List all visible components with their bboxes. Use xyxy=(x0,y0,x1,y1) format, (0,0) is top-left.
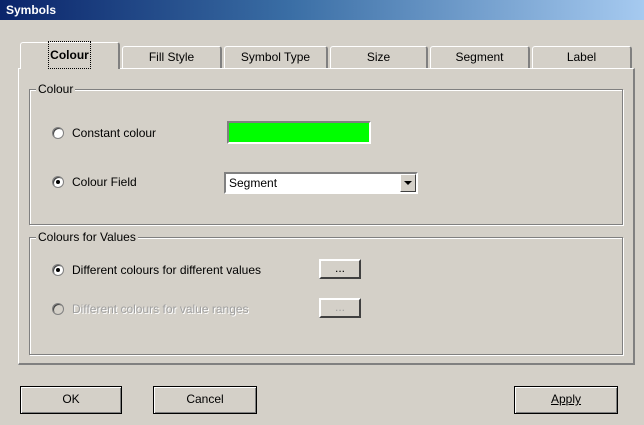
colour-field-select[interactable]: Segment xyxy=(224,172,418,194)
title-bar[interactable]: Symbols xyxy=(0,0,644,20)
different-values-radio[interactable] xyxy=(52,264,64,276)
tab-label[interactable]: Label xyxy=(532,46,632,68)
constant-colour-label: Constant colour xyxy=(72,126,157,140)
colour-field-option[interactable]: Colour Field xyxy=(52,175,137,189)
different-values-option[interactable]: Different colours for different values xyxy=(52,263,261,277)
value-ranges-radio[interactable] xyxy=(52,303,64,315)
colour-swatch[interactable] xyxy=(227,121,371,144)
cancel-button[interactable]: Cancel xyxy=(153,386,257,414)
tab-size-label: Size xyxy=(366,50,391,64)
different-values-label: Different colours for different values xyxy=(72,263,261,277)
tab-symbol-type[interactable]: Symbol Type xyxy=(224,46,328,68)
tab-label-label: Label xyxy=(566,50,597,64)
apply-button[interactable]: Apply xyxy=(514,386,618,414)
values-group-legend: Colours for Values xyxy=(36,230,138,244)
tab-symbol-type-label: Symbol Type xyxy=(240,50,311,64)
tab-fill-style-label: Fill Style xyxy=(148,50,195,64)
colour-field-label: Colour Field xyxy=(72,175,137,189)
tab-fill-style[interactable]: Fill Style xyxy=(122,46,222,68)
window-title: Symbols xyxy=(6,3,57,17)
colour-field-radio[interactable] xyxy=(52,176,64,188)
colour-group-legend: Colour xyxy=(36,82,76,96)
tab-size[interactable]: Size xyxy=(330,46,428,68)
colour-group: Colour Constant colour Colour Field Segm… xyxy=(29,82,623,225)
different-values-ellipsis-button[interactable]: ... xyxy=(319,259,361,279)
cancel-label: Cancel xyxy=(186,392,224,406)
value-ranges-option[interactable]: Different colours for value ranges xyxy=(52,302,249,316)
tab-segment-label: Segment xyxy=(455,50,504,64)
constant-colour-option[interactable]: Constant colour xyxy=(52,126,156,140)
ellipsis-label: ... xyxy=(334,261,345,275)
ok-label: OK xyxy=(62,392,80,406)
ellipsis-label-disabled: ... xyxy=(334,300,345,314)
tab-panel: Colour Constant colour Colour Field Segm… xyxy=(18,68,635,365)
tab-colour-label: Colour xyxy=(48,41,91,69)
apply-label: Apply xyxy=(550,392,582,406)
chevron-down-icon[interactable] xyxy=(400,174,416,192)
values-group: Colours for Values Different colours for… xyxy=(29,230,623,355)
constant-colour-radio[interactable] xyxy=(52,127,64,139)
tab-colour[interactable]: Colour xyxy=(20,41,120,69)
value-ranges-ellipsis-button[interactable]: ... xyxy=(319,298,361,318)
tab-segment[interactable]: Segment xyxy=(430,46,530,68)
colour-field-value: Segment xyxy=(229,176,278,190)
ok-button[interactable]: OK xyxy=(20,386,122,414)
value-ranges-label: Different colours for value ranges xyxy=(72,302,249,316)
